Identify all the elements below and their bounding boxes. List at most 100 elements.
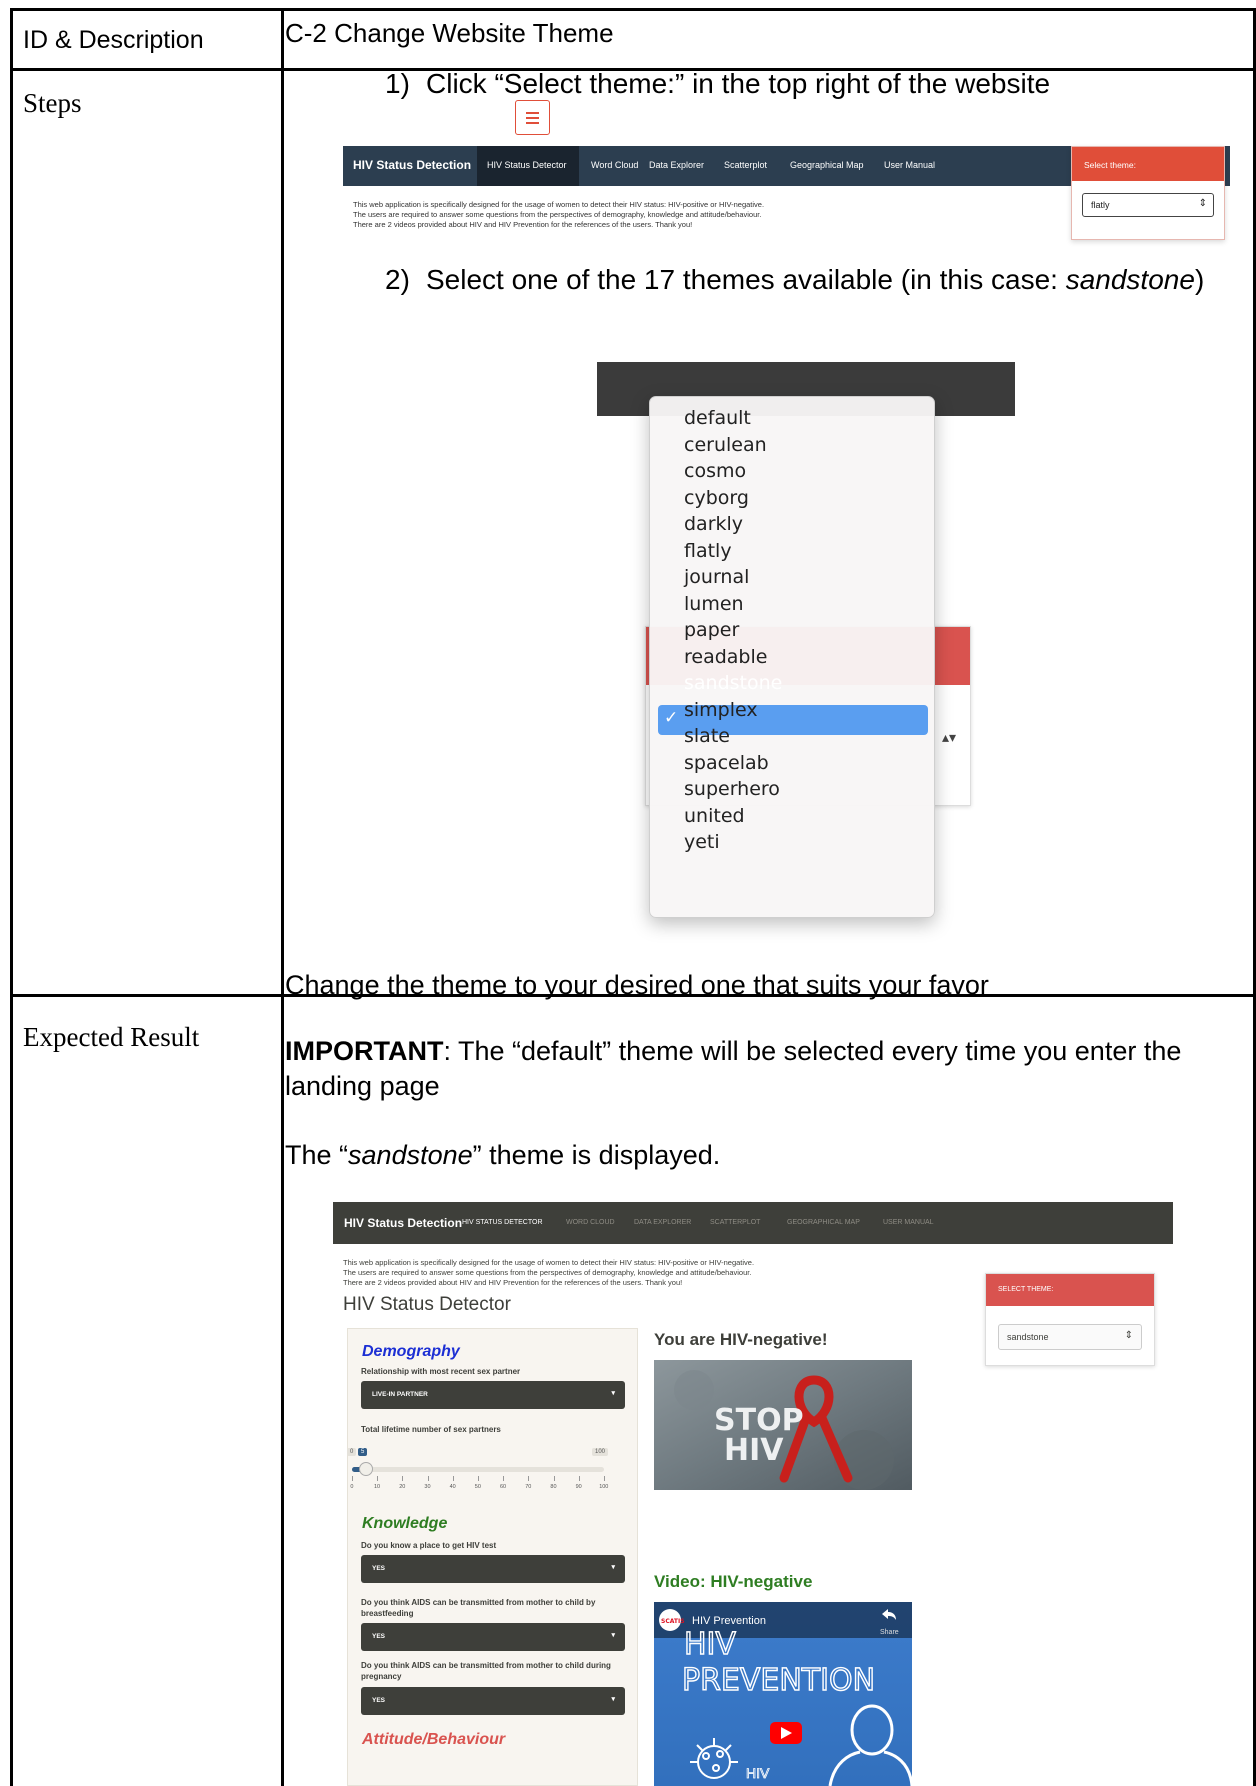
pregnancy-select[interactable]: YES ▾ (361, 1687, 625, 1715)
slider-track (352, 1467, 604, 1472)
slider-tick-mark (352, 1476, 353, 1481)
question-breastfeeding: Do you think AIDS can be transmitted fro… (361, 1598, 596, 1618)
nav-item-user-manual[interactable]: USER MANUAL (883, 1219, 934, 1226)
nav-item-geographical-map[interactable]: GEOGRAPHICAL MAP (787, 1219, 860, 1226)
stop-hiv-image: STOP HIV (654, 1360, 912, 1490)
navbar-brand: HIV Status Detection (353, 158, 472, 172)
channel-logo: SCATIS (661, 1618, 685, 1625)
relationship-select[interactable]: LIVE-IN PARTNER ▾ (361, 1381, 625, 1409)
theme-option[interactable]: default (684, 407, 751, 429)
theme-select[interactable]: flatly ⇕ (1082, 193, 1214, 217)
nav-item-data-explorer[interactable]: Data Explorer (649, 160, 704, 170)
intro-line-3: There are 2 videos provided about HIV an… (353, 220, 693, 229)
slider-tick-mark (604, 1476, 605, 1481)
nav-item-geographical-map[interactable]: Geographical Map (790, 160, 864, 170)
theme-option[interactable]: cerulean (684, 434, 767, 456)
slider-tick-mark (478, 1476, 479, 1481)
nav-item-user-manual[interactable]: User Manual (884, 160, 935, 170)
nav-item-word-cloud[interactable]: Word Cloud (591, 160, 638, 170)
theme-option[interactable]: spacelab (684, 752, 769, 774)
theme-selector-label: Select theme: (1084, 160, 1136, 170)
theme-option[interactable]: superhero (684, 778, 780, 800)
theme-option[interactable]: united (684, 805, 745, 827)
theme-option[interactable]: cosmo (684, 460, 746, 482)
change-theme-note: Change the theme to your desired one tha… (285, 970, 989, 1000)
slider-tick-label: 10 (374, 1484, 381, 1490)
nav-item-scatterplot[interactable]: SCATTERPLOT (710, 1219, 760, 1226)
nav-item-hiv-status-detector[interactable]: HIV STATUS DETECTOR (462, 1219, 543, 1226)
slider-tick-label: 80 (550, 1484, 557, 1490)
video-name: HIV Prevention (692, 1615, 766, 1627)
step1-text: Click “Select theme:” in the top right o… (426, 68, 1051, 99)
theme-option[interactable]: journal (684, 566, 749, 588)
select-arrows-icon: ⇕ (1198, 198, 1207, 209)
hiv-test-place-select[interactable]: YES ▾ (361, 1555, 625, 1583)
sandstone-theme-screenshot: HIV Status Detection HIV STATUS DETECTOR… (333, 1202, 1173, 1786)
theme-select-value: sandstone (1007, 1332, 1049, 1342)
questionnaire-panel: Demography Relationship with most recent… (347, 1328, 638, 1786)
expected-result-label: Expected Result (23, 1022, 200, 1052)
slider-max-label: 100 (592, 1448, 609, 1456)
question-hiv-test-place: Do you know a place to get HIV test (361, 1541, 497, 1550)
slider-tick-label: 60 (500, 1484, 507, 1490)
navbar-brand: HIV Status Detection (344, 1216, 463, 1230)
table-border-left (10, 8, 13, 1786)
id-description-label: ID & Description (23, 26, 204, 54)
theme-option[interactable]: lumen (684, 593, 744, 615)
section-knowledge: Knowledge (362, 1515, 448, 1532)
caret-down-icon: ▾ (611, 1632, 615, 1639)
slider-tick-mark (553, 1476, 555, 1481)
important-note-line1: IMPORTANT: The “default” theme will be s… (285, 1036, 1182, 1066)
youtube-video-embed[interactable]: SCATIS HIV Prevention Share HIV PREVENTI… (654, 1602, 912, 1786)
slider-value-label: 5 (358, 1448, 368, 1456)
nav-item-hiv-status-detector[interactable]: HIV Status Detector (487, 160, 567, 170)
test-case-title: C-2 Change Website Theme (285, 18, 614, 48)
theme-select-value: flatly (1091, 200, 1110, 210)
theme-select[interactable]: sandstone ⇕ (998, 1324, 1142, 1350)
select-arrows-icon: ▴▾ (941, 729, 956, 745)
slider-tick-mark (528, 1476, 530, 1481)
theme-option[interactable]: yeti (684, 831, 720, 853)
slider-tick-label: 90 (575, 1484, 582, 1490)
question-sex-partners: Total lifetime number of sex partners (361, 1425, 501, 1434)
slider-tick-mark (578, 1476, 580, 1481)
hiv-arrow-label: HIV (746, 1765, 770, 1781)
step1-number: 1) (385, 68, 410, 99)
video-title: Video: HIV-negative (654, 1572, 813, 1591)
slider-tick-label: 30 (424, 1484, 431, 1490)
table-border-middle (281, 8, 284, 1786)
theme-option[interactable]: slate (684, 725, 730, 747)
theme-option[interactable]: simplex (684, 699, 758, 721)
theme-option[interactable]: paper (684, 619, 739, 641)
question-pregnancy: Do you think AIDS can be transmitted fro… (361, 1661, 611, 1681)
question-relationship: Relationship with most recent sex partne… (361, 1367, 521, 1376)
step2-number: 2) (385, 264, 410, 295)
nav-item-scatterplot[interactable]: Scatterplot (724, 160, 767, 170)
slider-tick-label: 20 (399, 1484, 406, 1490)
caret-down-icon: ▾ (611, 1696, 615, 1703)
theme-option[interactable]: cyborg (684, 487, 749, 509)
steps-label: Steps (23, 88, 82, 118)
nav-item-word-cloud[interactable]: WORD CLOUD (566, 1219, 615, 1226)
nav-item-data-explorer[interactable]: DATA EXPLORER (634, 1219, 691, 1226)
theme-dropdown-screenshot: ▴▾ ✓ default cerulean cosmo cyborg darkl… (597, 362, 1015, 922)
theme-option-selected[interactable]: sandstone (684, 672, 782, 694)
slider-handle[interactable] (359, 1462, 373, 1476)
theme-option[interactable]: readable (684, 646, 767, 668)
slider-tick-label: 100 (599, 1484, 609, 1490)
breastfeeding-select[interactable]: YES ▾ (361, 1623, 625, 1651)
intro-text: This web application is specifically des… (343, 1258, 755, 1287)
sex-partners-slider[interactable]: 0 5 100 0 10 20 30 40 50 60 70 80 90 100 (346, 1448, 610, 1492)
theme-selector-label: SELECT THEME: (998, 1286, 1054, 1293)
slider-min-label: 0 (347, 1448, 357, 1456)
select-arrows-icon: ⇕ (1124, 1330, 1133, 1341)
theme-option[interactable]: darkly (684, 513, 743, 535)
theme-options-menu[interactable]: ✓ default cerulean cosmo cyborg darkly f… (649, 396, 935, 918)
important-note-line2: landing page (285, 1071, 440, 1101)
video-big-prevention: PREVENTION (682, 1663, 875, 1698)
flatly-navbar-screenshot: HIV Status Detection HIV Status Detector… (343, 146, 1230, 256)
slider-tick-mark (452, 1476, 454, 1481)
theme-option[interactable]: flatly (684, 540, 732, 562)
hamburger-menu-icon[interactable] (515, 100, 550, 135)
expected-result-text: The “sandstone” theme is displayed. (285, 1140, 721, 1170)
